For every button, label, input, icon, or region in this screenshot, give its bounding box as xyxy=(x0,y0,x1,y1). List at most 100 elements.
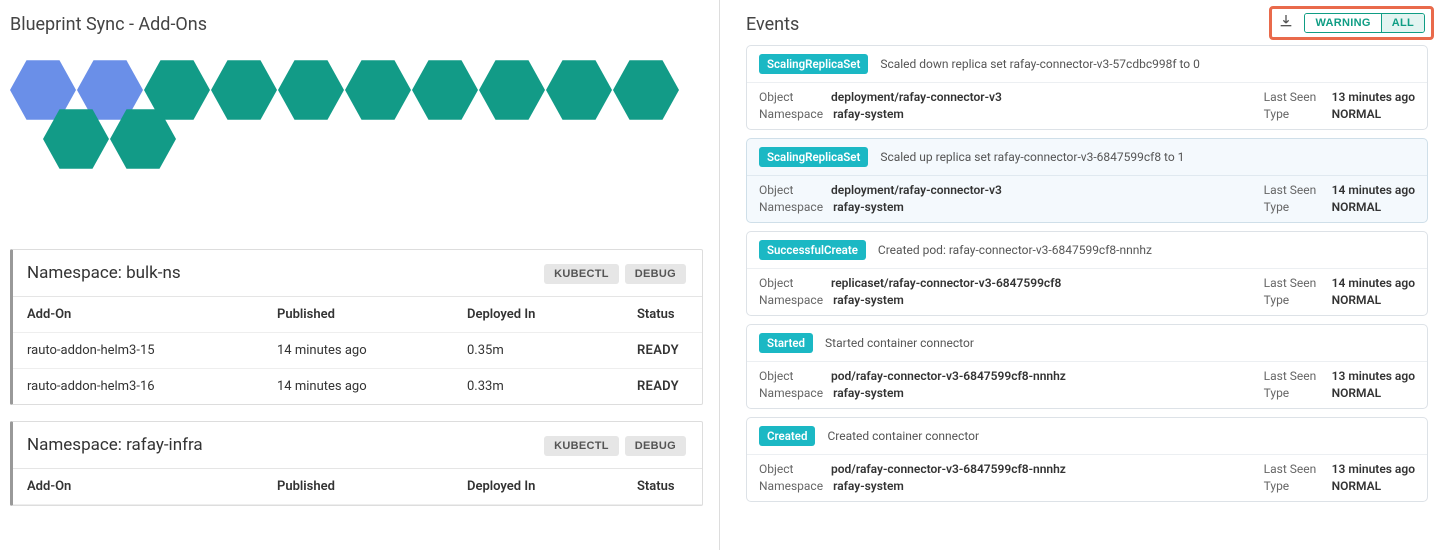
debug-button[interactable]: DEBUG xyxy=(625,264,686,284)
event-meta-left: Object pod/rafay-connector-v3-6847599cf8-… xyxy=(759,462,1066,493)
events-controls-highlight: WARNING ALL xyxy=(1269,6,1434,40)
namespace-card: Namespace: bulk-ns KUBECTL DEBUG Add-OnPubl… xyxy=(10,249,703,405)
event-summary: ScalingReplicaSetScaled up replica set r… xyxy=(747,139,1427,176)
event-details: Objectdeployment/rafay-connector-v3 Names… xyxy=(747,176,1427,222)
meta-row: Namespace rafay-system xyxy=(759,479,1066,493)
cell-status: READY xyxy=(623,333,702,369)
meta-label: Last Seen xyxy=(1264,369,1322,383)
events-title: Events xyxy=(746,14,799,35)
event-meta-right: Last Seen13 minutes ago TypeNORMAL xyxy=(1264,90,1415,121)
event-summary: Created Created container connector xyxy=(747,418,1427,455)
kubectl-button[interactable]: KUBECTL xyxy=(544,436,619,456)
deployed-header: Deployed In xyxy=(453,297,623,333)
meta-row: TypeNORMAL xyxy=(1264,479,1382,493)
status-header: Status xyxy=(623,297,702,333)
event-filter-group: WARNING ALL xyxy=(1304,13,1425,33)
table-row[interactable]: rauto-addon-helm3-1514 minutes ago0.35mR… xyxy=(13,333,702,369)
filter-all-button[interactable]: ALL xyxy=(1382,14,1424,32)
event-details: Object deployment/rafay-connector-v3 Names… xyxy=(747,83,1427,129)
deployed-header: Deployed In xyxy=(453,469,623,505)
event-card[interactable]: ScalingReplicaSetScaled up replica set r… xyxy=(746,138,1428,223)
kubectl-button[interactable]: KUBECTL xyxy=(544,264,619,284)
event-message: Scaled down replica set rafay-connector-… xyxy=(880,57,1200,71)
meta-row: Last Seen13 minutes ago xyxy=(1264,90,1415,104)
event-message: Created pod: rafay-connector-v3-6847599c… xyxy=(878,243,1152,257)
event-last-seen: 13 minutes ago xyxy=(1332,462,1415,476)
event-type: NORMAL xyxy=(1332,107,1382,121)
event-namespace: rafay-system xyxy=(833,293,904,307)
meta-row: Last Seen14 minutes ago xyxy=(1264,276,1415,290)
event-details: Object replicaset/rafay-connector-v3-6847… xyxy=(747,269,1427,315)
meta-row: TypeNORMAL xyxy=(1264,386,1382,400)
meta-row: Objectdeployment/rafay-connector-v3 xyxy=(759,183,1002,197)
debug-button[interactable]: DEBUG xyxy=(625,436,686,456)
event-message: Created container connector xyxy=(827,429,979,443)
event-namespace: rafay-system xyxy=(833,386,904,400)
events-panel: Events WARNING ALL ScalingReplicaSetScal… xyxy=(720,0,1440,550)
meta-row: TypeNORMAL xyxy=(1264,293,1382,307)
event-reason-badge: SuccessfulCreate xyxy=(759,240,866,260)
event-namespace: rafay-system xyxy=(833,479,904,493)
meta-row: TypeNORMAL xyxy=(1264,107,1382,121)
cell-deployed: 0.33m xyxy=(453,369,623,405)
event-namespace: rafay-system xyxy=(833,107,904,121)
event-meta-left: Object pod/rafay-connector-v3-6847599cf8-… xyxy=(759,369,1066,400)
event-object: pod/rafay-connector-v3-6847599cf8-nnnhz xyxy=(831,462,1066,476)
meta-label: Namespace xyxy=(759,293,823,307)
event-summary: SuccessfulCreate Created pod: rafay-conne… xyxy=(747,232,1427,269)
addon-header: Add-On xyxy=(13,297,263,333)
cell-published: 14 minutes ago xyxy=(263,333,453,369)
cell-status: READY xyxy=(623,369,702,405)
event-summary: ScalingReplicaSet Scaled down replica set… xyxy=(747,46,1427,83)
meta-row: Object deployment/rafay-connector-v3 xyxy=(759,90,1002,104)
event-object: replicaset/rafay-connector-v3-6847599cf8 xyxy=(831,276,1061,290)
event-card[interactable]: SuccessfulCreate Created pod: rafay-conne… xyxy=(746,231,1428,316)
event-reason-badge: Created xyxy=(759,426,815,446)
status-header: Status xyxy=(623,469,702,505)
meta-label: Object xyxy=(759,276,821,290)
addon-table: Add-OnPublishedDeployed InStatus xyxy=(13,469,702,505)
published-header: Published xyxy=(263,297,453,333)
meta-label: Object xyxy=(759,90,821,104)
meta-row: Object pod/rafay-connector-v3-6847599cf8-… xyxy=(759,369,1066,383)
meta-label: Namespace xyxy=(759,200,823,214)
event-meta-right: Last Seen14 minutes agoTypeNORMAL xyxy=(1264,183,1415,214)
event-card[interactable]: ScalingReplicaSet Scaled down replica set… xyxy=(746,45,1428,130)
table-row[interactable]: rauto-addon-helm3-1614 minutes ago0.33mR… xyxy=(13,369,702,405)
download-icon[interactable] xyxy=(1278,13,1294,33)
event-meta-left: Objectdeployment/rafay-connector-v3 Names… xyxy=(759,183,1002,214)
meta-label: Namespace xyxy=(759,479,823,493)
published-header: Published xyxy=(263,469,453,505)
event-meta-left: Object deployment/rafay-connector-v3 Names… xyxy=(759,90,1002,121)
namespace-title: Namespace: bulk-ns xyxy=(27,263,181,283)
meta-label: Last Seen xyxy=(1264,183,1322,197)
event-object: deployment/rafay-connector-v3 xyxy=(831,90,1002,104)
event-reason-badge: Started xyxy=(759,333,813,353)
meta-label: Last Seen xyxy=(1264,90,1322,104)
meta-label: Last Seen xyxy=(1264,462,1322,476)
meta-label: Object xyxy=(759,369,821,383)
namespace-title: Namespace: rafay-infra xyxy=(27,435,203,455)
meta-label: Namespace xyxy=(759,107,823,121)
meta-row: Last Seen 13 minutes ago xyxy=(1264,462,1415,476)
addon-hex-grid xyxy=(10,57,703,227)
meta-row: Namespace rafay-system xyxy=(759,293,1061,307)
namespace-actions: KUBECTL DEBUG xyxy=(538,262,686,284)
meta-label: Type xyxy=(1264,386,1322,400)
meta-label: Object xyxy=(759,462,821,476)
event-object: pod/rafay-connector-v3-6847599cf8-nnnhz xyxy=(831,369,1066,383)
event-last-seen: 14 minutes ago xyxy=(1332,183,1415,197)
event-card[interactable]: StartedStarted container connectorObject… xyxy=(746,324,1428,409)
event-details: Object pod/rafay-connector-v3-6847599cf8-… xyxy=(747,455,1427,501)
event-namespace: rafay-system xyxy=(833,200,904,214)
event-message: Scaled up replica set rafay-connector-v3… xyxy=(880,150,1184,164)
event-type: NORMAL xyxy=(1332,479,1382,493)
cell-published: 14 minutes ago xyxy=(263,369,453,405)
meta-label: Type xyxy=(1264,200,1322,214)
filter-warning-button[interactable]: WARNING xyxy=(1305,14,1381,32)
event-card[interactable]: Created Created container connector Object… xyxy=(746,417,1428,502)
event-type: NORMAL xyxy=(1332,293,1382,307)
meta-label: Last Seen xyxy=(1264,276,1322,290)
event-reason-badge: ScalingReplicaSet xyxy=(759,54,868,74)
cell-deployed: 0.35m xyxy=(453,333,623,369)
